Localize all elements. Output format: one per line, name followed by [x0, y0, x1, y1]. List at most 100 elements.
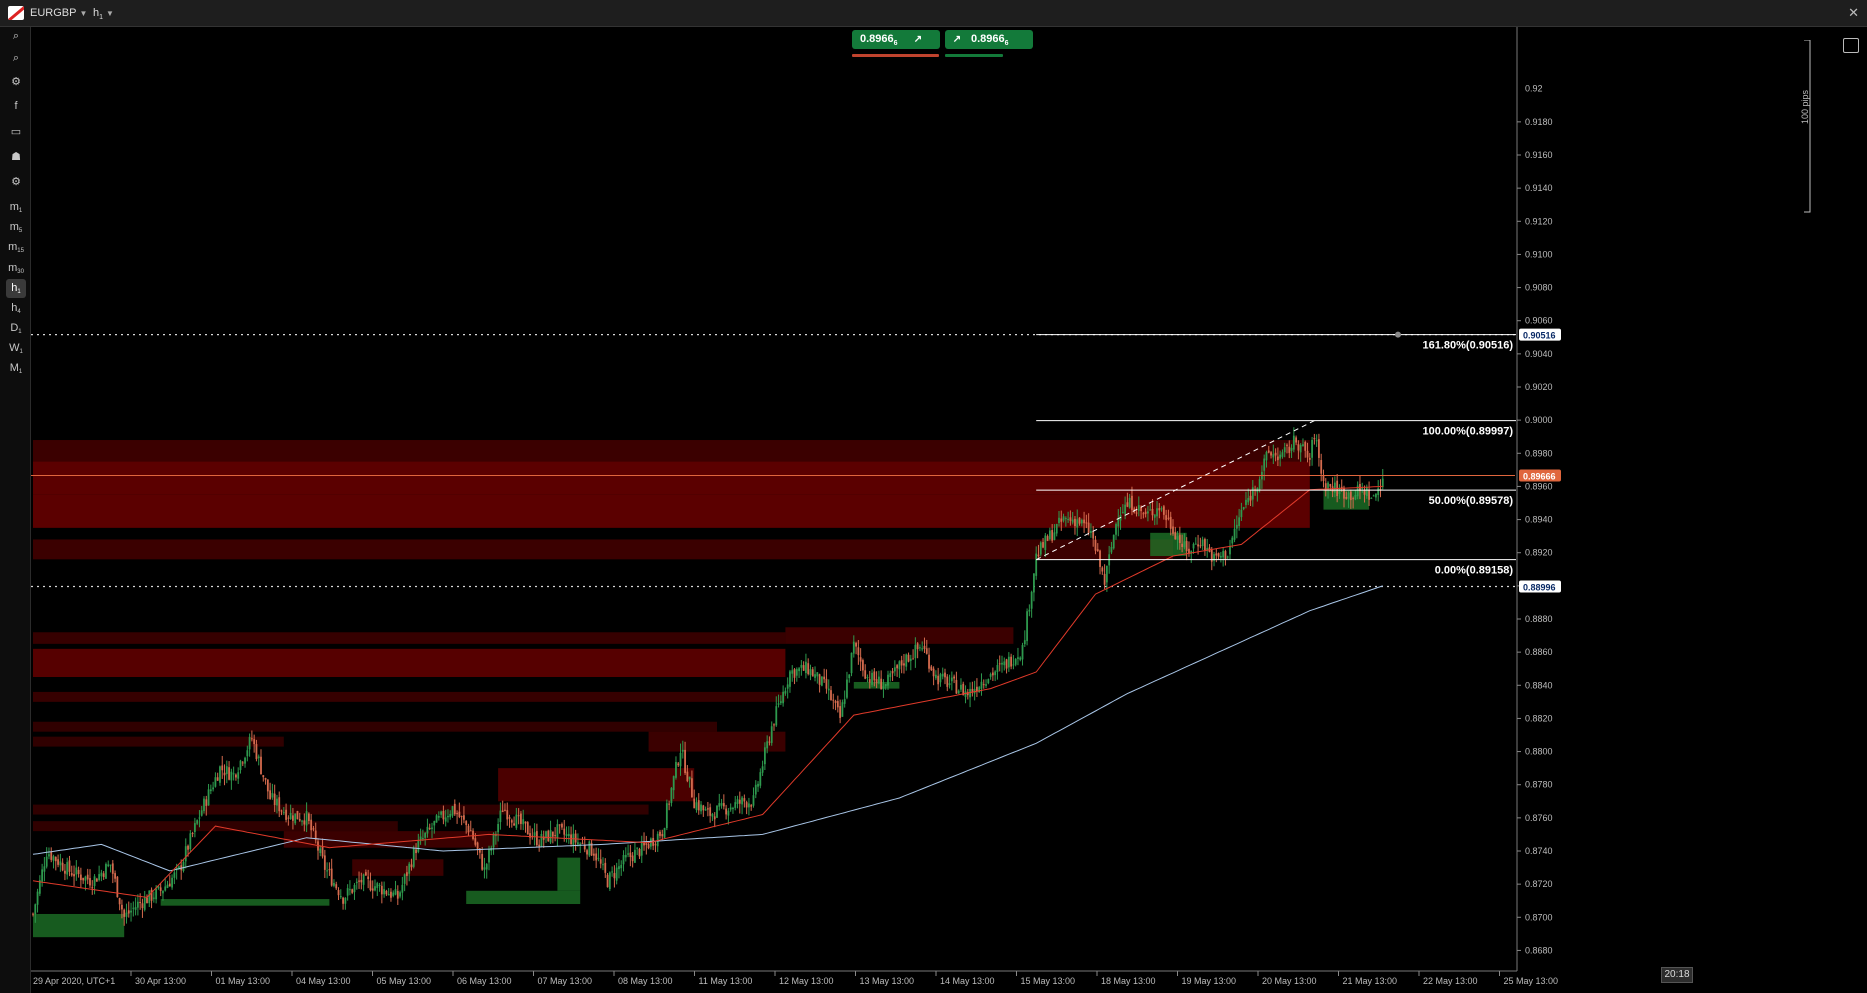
candle-body [604, 862, 607, 873]
candle-body [618, 866, 620, 870]
candle-body [200, 810, 203, 816]
candle-body [759, 772, 762, 786]
tf-h4[interactable]: h4 [6, 299, 26, 318]
tf-m5[interactable]: m5 [6, 218, 26, 237]
edit-icon[interactable] [1843, 38, 1859, 53]
candle-body [1090, 531, 1092, 533]
tf-m30[interactable]: m30 [6, 259, 26, 278]
tf-h1[interactable]: h1 [6, 279, 26, 298]
candle-body [880, 678, 883, 690]
candle-body [855, 642, 857, 647]
candle-body [118, 898, 121, 905]
tf-mn1[interactable]: M1 [6, 359, 26, 378]
candle-body [515, 814, 518, 828]
candle-body [1172, 526, 1174, 534]
candle-body [1092, 531, 1095, 539]
candle-body [718, 803, 721, 807]
x-tick-label: 04 May 13:00 [296, 976, 351, 986]
candle-body [834, 700, 837, 703]
candle-body [1169, 516, 1172, 529]
zoom-out-icon[interactable]: ⌕ [6, 49, 26, 68]
candle-body [700, 804, 702, 812]
x-tick-label: 21 May 13:00 [1343, 976, 1398, 986]
candle-body [307, 813, 310, 822]
candle-body [1069, 517, 1072, 521]
candle-body [914, 644, 917, 659]
candle-body [727, 810, 730, 816]
timeframe-selector[interactable]: h1 ▼ [93, 7, 114, 21]
x-tick-label: 22 May 13:00 [1423, 976, 1478, 986]
candle-body [123, 909, 126, 917]
candle-body [301, 820, 303, 822]
pips-label: 100 pips [1800, 89, 1811, 125]
candle-body [1304, 442, 1307, 451]
buy-button[interactable]: ↗ 0.89666 [945, 30, 1033, 49]
candle-body [846, 679, 848, 698]
candle-body [513, 823, 515, 826]
candle-body [729, 807, 732, 810]
candle-body [472, 830, 474, 839]
candle-body [1347, 492, 1350, 499]
candle-body [581, 842, 584, 844]
candle-body [342, 897, 344, 904]
candle-body [1224, 551, 1227, 560]
candle-body [1265, 452, 1268, 461]
candle-body [173, 872, 176, 878]
candle-body [453, 803, 456, 815]
candle-body [839, 706, 842, 718]
support-zone [160, 899, 330, 906]
candle-body [485, 864, 488, 870]
candle-body [1292, 435, 1295, 450]
fib-level-label: 100.00%(0.89997) [1422, 426, 1513, 438]
candle-body [850, 652, 853, 674]
candle-body [285, 809, 287, 820]
candle-body [757, 783, 759, 787]
candle-body [1183, 541, 1186, 548]
candle-body [868, 679, 871, 683]
candle-body [941, 673, 944, 677]
candle-body [442, 810, 445, 820]
close-icon[interactable]: ✕ [1848, 5, 1859, 21]
candle-body [955, 679, 958, 694]
candle-body [722, 803, 725, 807]
candle-body [271, 793, 274, 798]
candle-body [1247, 497, 1250, 503]
tf-m1[interactable]: m1 [6, 198, 26, 217]
candle-body [410, 864, 413, 868]
candle-body [1219, 555, 1222, 558]
candle-body [476, 842, 479, 849]
candle-body [1311, 439, 1313, 458]
indicators-icon[interactable]: ⚙ [6, 73, 26, 92]
tf-w1[interactable]: W1 [6, 339, 26, 358]
candle-body [631, 855, 634, 862]
candle-body [763, 747, 766, 765]
candle-body [152, 897, 155, 899]
buy-price: 0.8966 [971, 33, 1005, 45]
symbol-selector[interactable]: EURGBP ▼ [30, 7, 87, 19]
x-tick-label: 06 May 13:00 [457, 976, 512, 986]
candle-body [1099, 550, 1101, 567]
tf-m15[interactable]: m15 [6, 238, 26, 257]
settings-icon[interactable]: ⚙ [6, 173, 26, 192]
candle-body [376, 883, 379, 888]
facebook-icon[interactable]: f [6, 97, 26, 116]
chart-type-icon[interactable]: ▭ [6, 123, 26, 142]
candle-body [159, 887, 162, 891]
y-tick-label: 0.9020 [1525, 382, 1553, 392]
candle-body [380, 885, 383, 895]
x-tick-label: 30 Apr 13:00 [135, 976, 186, 986]
candle-body [565, 834, 568, 836]
candle-body [887, 674, 889, 686]
y-tick-label: 0.8860 [1525, 647, 1553, 657]
candle-body [326, 870, 329, 872]
candle-body [116, 876, 119, 898]
zoom-in-icon[interactable]: ⌕ [6, 27, 26, 46]
traders-icon[interactable]: ☗ [6, 148, 26, 167]
candle-body [399, 892, 401, 897]
candle-body [611, 871, 614, 873]
sell-button[interactable]: 0.89666 ↗ [852, 30, 940, 49]
price-chart[interactable]: 161.80%(0.90516) 100.00%(0.89997) 50.00%(0… [31, 27, 1867, 993]
candle-body [1162, 506, 1165, 515]
candle-body [766, 741, 769, 749]
tf-d1[interactable]: D1 [6, 319, 26, 338]
